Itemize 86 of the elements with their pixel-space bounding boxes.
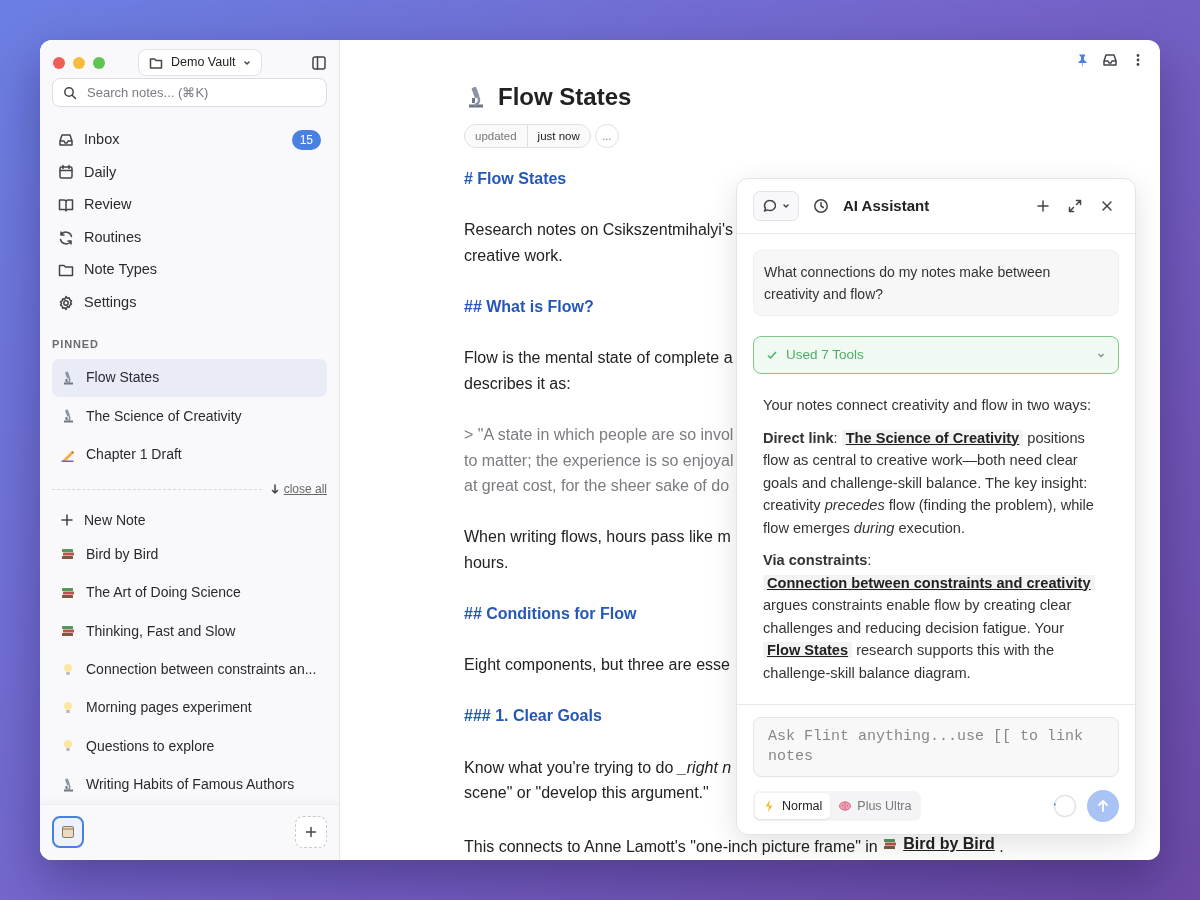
paragraph-line: Eight components, but three are esse [464, 655, 730, 676]
panel-title: AI Assistant [843, 195, 930, 216]
paragraph-line: This connects to Anne Lamott's "one-inch picture frame" in Bird by Bird . [464, 831, 1004, 858]
calendar-icon [58, 164, 74, 181]
mode-tab[interactable]: Normal [755, 792, 831, 820]
history-button[interactable] [811, 196, 831, 216]
vault-dropdown[interactable]: Demo Vault [138, 49, 263, 77]
folder-icon [149, 55, 163, 70]
note-link[interactable]: Bird by Bird [882, 831, 995, 858]
more-icon [1136, 53, 1140, 67]
close-icon [1099, 198, 1115, 214]
plus-icon [1035, 198, 1051, 214]
quote-line: to matter; the experience is so enjoyal [464, 450, 734, 471]
section-label: PINNED [51, 337, 100, 353]
paragraph-line: When writing flows, hours pass like m [464, 527, 731, 548]
plus-icon [305, 826, 317, 839]
metadata-tag: updated just now [464, 124, 591, 148]
nav-item[interactable]: Daily [52, 156, 327, 189]
search-field[interactable]: Search notes... (⌘K) [52, 77, 327, 107]
notepad-view-button[interactable] [52, 816, 84, 849]
chat-mode-dropdown[interactable] [753, 191, 799, 221]
new-note-button[interactable]: New Note [52, 505, 327, 536]
paragraph-line: scene" or "develop this argument." [464, 783, 709, 804]
heading-text: # Flow States [464, 169, 567, 189]
paragraph-line: Know what you're trying to do _right n [464, 757, 732, 778]
nav-item[interactable]: Review [52, 188, 327, 222]
check-icon [766, 349, 778, 361]
chat-bubble-icon [762, 198, 778, 214]
plus-icon [60, 513, 74, 528]
paragraph-line: creative work. [464, 245, 563, 266]
inbox-icon [58, 131, 74, 148]
more-metadata-button[interactable]: ... [594, 124, 619, 148]
close-all-link[interactable]: close all [269, 480, 327, 499]
inbox-icon [1102, 52, 1118, 68]
note-item[interactable]: Writing Habits of Famous Authors [52, 765, 327, 804]
note-link[interactable]: The Science of Creativity [841, 429, 1024, 446]
paragraph-line: hours. [464, 552, 509, 573]
paragraph-line: describes it as: [464, 373, 571, 394]
add-button[interactable] [295, 816, 327, 849]
clock-icon [813, 198, 829, 214]
note-link[interactable]: Connection between constraints and creativity [763, 574, 1095, 591]
note-item[interactable]: Questions to explore [52, 727, 327, 766]
note-link[interactable]: Flow States [763, 642, 853, 658]
notepad-icon [60, 824, 76, 841]
folder-icon [58, 262, 74, 279]
pinned-note[interactable]: Flow States [52, 358, 327, 397]
heading-text: ### 1. Clear Goals [464, 706, 602, 727]
note-item[interactable]: Connection between constraints an... [52, 650, 327, 689]
response-paragraph: Direct link: The Science of Creativity positions flow as central to creative work—both need clear goals and challenge-skill balance. The key insight: creativity precedes flow (finding the problem), while flow emerges during execution. [763, 428, 1095, 538]
loading-spinner-icon [1053, 794, 1077, 818]
caret-icon [782, 202, 790, 210]
note-item[interactable]: Thinking, Fast and Slow [52, 612, 327, 651]
nav-item[interactable]: Settings [52, 286, 327, 320]
brain-icon [838, 799, 853, 813]
heading-text: ## Conditions for Flow [464, 604, 637, 625]
note-item[interactable]: Bird by Bird [52, 535, 327, 574]
mode-tab[interactable]: Plus Ultra [830, 792, 920, 820]
sidebar-icon [311, 54, 327, 71]
arrow-up-icon [1096, 799, 1110, 813]
note-item[interactable]: Morning pages experiment [52, 688, 327, 728]
quote-line: > "A state in which people are so invol [464, 424, 734, 445]
nav-item[interactable]: Note Types [52, 253, 327, 287]
message-input[interactable]: Ask Flint anything...use [[ to link notes [753, 717, 1119, 777]
paragraph-line: Flow is the mental state of complete a [464, 348, 733, 369]
search-icon [63, 85, 77, 100]
response-paragraph: Your notes connect creativity and flow in two ways: [763, 396, 1092, 415]
pinned-note[interactable]: The Science of Creativity [52, 396, 327, 436]
settings-icon [58, 294, 74, 311]
count-badge: 15 [291, 129, 321, 150]
close-window-button[interactable] [53, 56, 65, 69]
pinned-note[interactable]: Chapter 1 Draft [52, 435, 327, 474]
user-message: What connections do my notes make between creativity and flow? [753, 250, 1119, 316]
paragraph-line: Research notes on Csikszentmihalyi's [464, 220, 733, 241]
refresh-icon [58, 229, 74, 246]
note-item[interactable]: The Art of Doing Science [52, 573, 327, 612]
arrow-down-icon [269, 484, 280, 495]
nav-item[interactable]: Routines [52, 221, 327, 254]
response-paragraph: Via constraints: Connection between constraints and creativity argues constraints enable flow by creating clear challenges and reducing decision fatigue. Your Flow States research supports this with the challenge-skill balance diagram. [763, 549, 1109, 684]
heading-text: ## What is Flow? [464, 296, 594, 317]
book-icon [58, 197, 74, 213]
caret-icon [243, 58, 252, 67]
quote-line: at great cost, for the sheer sake of do [464, 476, 730, 497]
note-title: Flow States [498, 82, 632, 112]
expand-icon [1067, 198, 1083, 214]
sidebar-toggle-button[interactable] [311, 54, 327, 71]
nav-item[interactable]: Inbox 15 [52, 123, 327, 157]
